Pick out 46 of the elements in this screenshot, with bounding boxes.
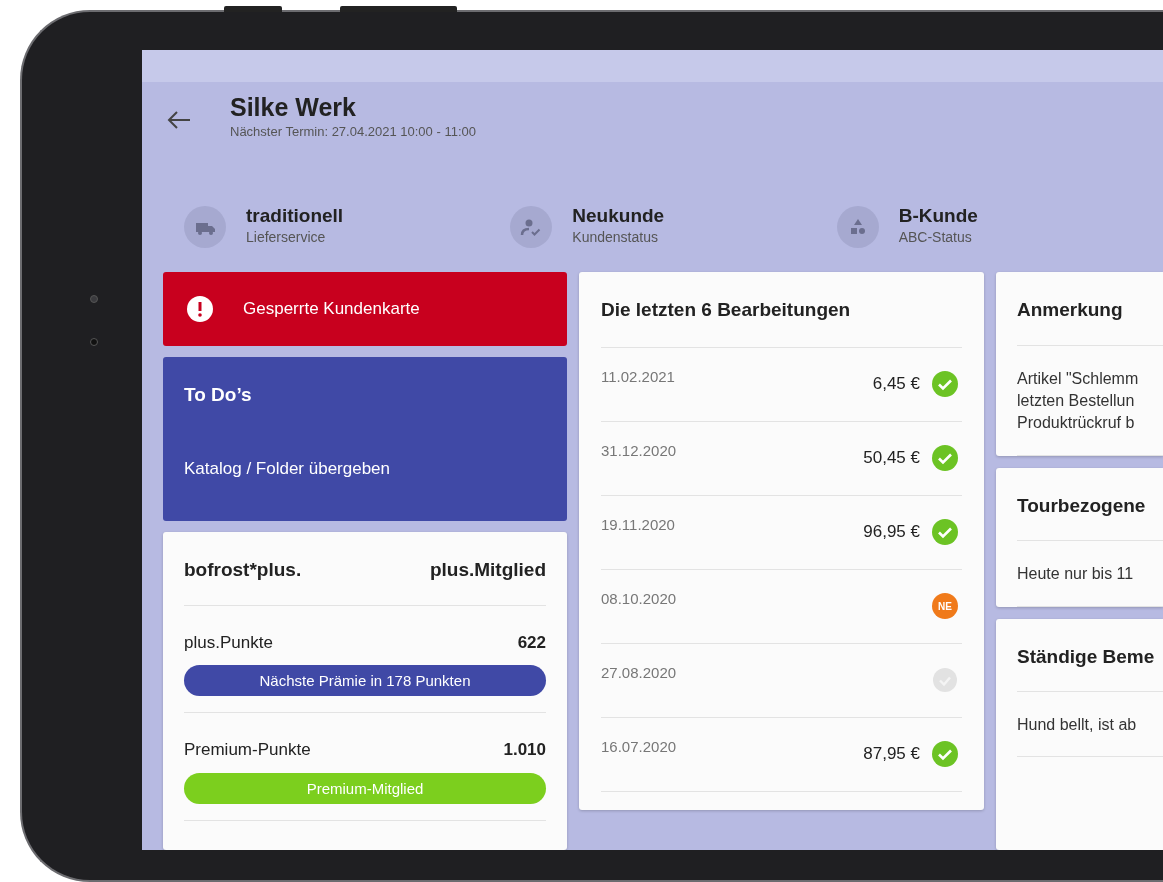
status-label: Kundenstatus <box>572 227 659 247</box>
status-value: Neukunde <box>572 206 665 227</box>
history-amount: 50,45 € <box>863 447 920 470</box>
alert-text: Gesperrte Kundenkarte <box>243 298 420 321</box>
history-amount: 96,95 € <box>863 521 920 544</box>
status-badge: NE <box>932 593 958 619</box>
next-appointment: Nächster Termin: 27.04.2021 10:00 - 11:00 <box>230 122 476 141</box>
history-amount: 87,95 € <box>863 743 920 766</box>
todo-title: To Do’s <box>184 383 253 407</box>
status-pill: Nächste Prämie in 178 Punkten <box>184 665 546 696</box>
note-text: Hund bellt, ist ab <box>1017 692 1163 758</box>
membership-status: plus.Mitglied <box>429 558 546 582</box>
history-date: 16.07.2020 <box>601 736 678 757</box>
points-label: plus.Punkte <box>184 631 273 654</box>
points-label: Premium-Punkte <box>184 739 311 761</box>
check-icon <box>932 741 958 767</box>
points-value: 622 <box>517 631 546 654</box>
status-label: Lieferservice <box>246 227 327 247</box>
status-value: traditionell <box>246 206 344 227</box>
points-value: 1.010 <box>503 739 546 761</box>
check-icon <box>932 519 958 545</box>
status-label: ABC-Status <box>898 227 973 247</box>
sensor-icon <box>90 295 98 303</box>
note-title: Tourbezogene <box>1017 467 1163 542</box>
history-date: 08.10.2020 <box>601 588 678 609</box>
history-date: 19.11.2020 <box>601 514 676 535</box>
camera-icon <box>90 338 98 346</box>
note-title: Ständige Beme <box>1017 618 1163 693</box>
history-date: 27.08.2020 <box>601 662 678 683</box>
history-amount: 6,45 € <box>872 373 920 396</box>
note-text: Heute nur bis 11 <box>1017 541 1163 607</box>
history-date: 11.02.2021 <box>601 366 676 387</box>
note-title: Anmerkung <box>1017 272 1163 346</box>
status-value: B-Kunde <box>898 206 978 227</box>
disabled-check-icon <box>932 667 958 693</box>
check-icon <box>932 371 958 397</box>
todo-item: Katalog / Folder übergeben <box>184 457 392 480</box>
back-arrow-icon[interactable] <box>166 110 192 130</box>
warning-icon <box>187 296 213 322</box>
customer-name: Silke Werk <box>230 94 357 122</box>
history-title: Die letzten 6 Bearbeitungen <box>601 272 962 348</box>
check-icon <box>932 445 958 471</box>
note-text: Artikel "Schlemm letzten Bestellun Produktrückruf b <box>1017 345 1163 456</box>
history-date: 31.12.2020 <box>601 440 678 461</box>
program-name: bofrost*plus. <box>184 558 302 582</box>
status-pill: Premium-Mitglied <box>184 772 546 804</box>
